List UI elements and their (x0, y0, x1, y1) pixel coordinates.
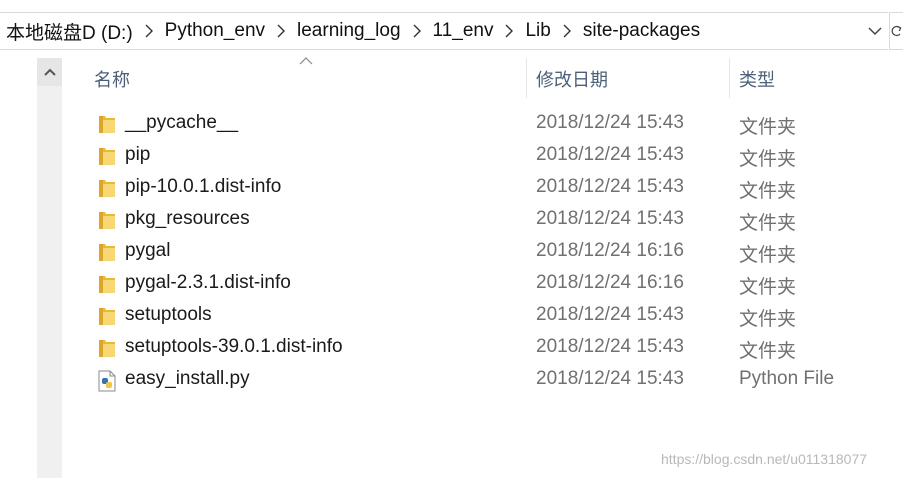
file-name[interactable]: easy_install.py (125, 368, 250, 390)
file-date-modified: 2018/12/24 15:43 (536, 368, 684, 389)
chevron-right-icon[interactable] (553, 24, 581, 38)
column-header-date-modified[interactable]: 修改日期 (536, 66, 608, 92)
file-type: Python File (739, 368, 835, 389)
file-date-modified: 2018/12/24 15:43 (536, 176, 684, 197)
chevron-up-icon (43, 68, 56, 76)
file-type: 文件夹 (739, 117, 797, 138)
chevron-right-icon[interactable] (495, 24, 523, 38)
column-divider[interactable] (729, 58, 730, 98)
watermark: https://blog.csdn.net/u011318077 (661, 451, 868, 467)
file-name[interactable]: __pycache__ (125, 112, 238, 134)
folder-icon (98, 178, 116, 198)
python-file-icon (98, 370, 116, 392)
file-date-modified: 2018/12/24 16:16 (536, 272, 684, 293)
refresh-icon (891, 25, 902, 37)
refresh-button[interactable] (889, 12, 903, 50)
file-date-modified: 2018/12/24 15:43 (536, 304, 684, 325)
chevron-right-icon[interactable] (403, 24, 431, 38)
breadcrumb-lib[interactable]: Lib (523, 20, 552, 42)
file-row[interactable]: setuptools-39.0.1.dist-info 2018/12/24 15… (62, 332, 903, 364)
file-row[interactable]: pkg_resources 2018/12/24 15:43 文件夹 (62, 204, 903, 236)
file-row[interactable]: pip-10.0.1.dist-info 2018/12/24 15:43 文件夹 (62, 172, 903, 204)
folder-icon (98, 146, 116, 166)
file-name[interactable]: pygal-2.3.1.dist-info (125, 272, 291, 294)
breadcrumb-python-env[interactable]: Python_env (163, 20, 267, 42)
file-date-modified: 2018/12/24 16:16 (536, 240, 684, 261)
file-row[interactable]: pygal-2.3.1.dist-info 2018/12/24 16:16 文件夹 (62, 268, 903, 300)
chevron-right-icon[interactable] (135, 24, 163, 38)
breadcrumb-learning-log[interactable]: learning_log (295, 20, 403, 42)
column-header-type[interactable]: 类型 (739, 66, 775, 92)
file-name[interactable]: setuptools (125, 304, 212, 326)
file-name[interactable]: pygal (125, 240, 170, 262)
folder-icon (98, 274, 116, 294)
file-date-modified: 2018/12/24 15:43 (536, 208, 684, 229)
file-date-modified: 2018/12/24 15:43 (536, 112, 684, 133)
file-list: __pycache__ 2018/12/24 15:43 文件夹 pip 2018/1… (62, 108, 903, 396)
file-name[interactable]: setuptools-39.0.1.dist-info (125, 336, 343, 358)
breadcrumb-11-env[interactable]: 11_env (431, 20, 496, 42)
folder-icon (98, 338, 116, 358)
file-name[interactable]: pip (125, 144, 150, 166)
file-row[interactable]: easy_install.py 2018/12/24 15:43 Python Fi… (62, 364, 903, 396)
column-divider[interactable] (526, 58, 527, 98)
folder-icon (98, 306, 116, 326)
file-row[interactable]: pip 2018/12/24 15:43 文件夹 (62, 140, 903, 172)
chevron-right-icon[interactable] (267, 24, 295, 38)
file-row[interactable]: setuptools 2018/12/24 15:43 文件夹 (62, 300, 903, 332)
chevron-down-icon (868, 26, 882, 35)
breadcrumb: 本地磁盘D (D:) Python_env learning_log 11_en… (4, 13, 702, 49)
column-header-name[interactable]: 名称 (94, 66, 130, 92)
scroll-up-button[interactable] (37, 58, 62, 86)
file-type: 文件夹 (739, 277, 797, 298)
file-date-modified: 2018/12/24 15:43 (536, 336, 684, 357)
file-name[interactable]: pip-10.0.1.dist-info (125, 176, 281, 198)
address-history-dropdown[interactable] (864, 13, 886, 49)
file-type: 文件夹 (739, 341, 797, 362)
vertical-scrollbar[interactable] (37, 58, 62, 478)
file-type: 文件夹 (739, 245, 797, 266)
address-bar[interactable]: 本地磁盘D (D:) Python_env learning_log 11_en… (0, 12, 888, 50)
file-row[interactable]: pygal 2018/12/24 16:16 文件夹 (62, 236, 903, 268)
breadcrumb-drive-d[interactable]: 本地磁盘D (D:) (4, 18, 135, 45)
file-type: 文件夹 (739, 149, 797, 170)
file-type: 文件夹 (739, 213, 797, 234)
file-name[interactable]: pkg_resources (125, 208, 250, 230)
file-date-modified: 2018/12/24 15:43 (536, 144, 684, 165)
file-row[interactable]: __pycache__ 2018/12/24 15:43 文件夹 (62, 108, 903, 140)
folder-icon (98, 114, 116, 134)
breadcrumb-site-packages[interactable]: site-packages (581, 20, 702, 42)
folder-icon (98, 242, 116, 262)
file-type: 文件夹 (739, 309, 797, 330)
folder-icon (98, 210, 116, 230)
sort-ascending-icon (299, 57, 313, 65)
file-type: 文件夹 (739, 181, 797, 202)
